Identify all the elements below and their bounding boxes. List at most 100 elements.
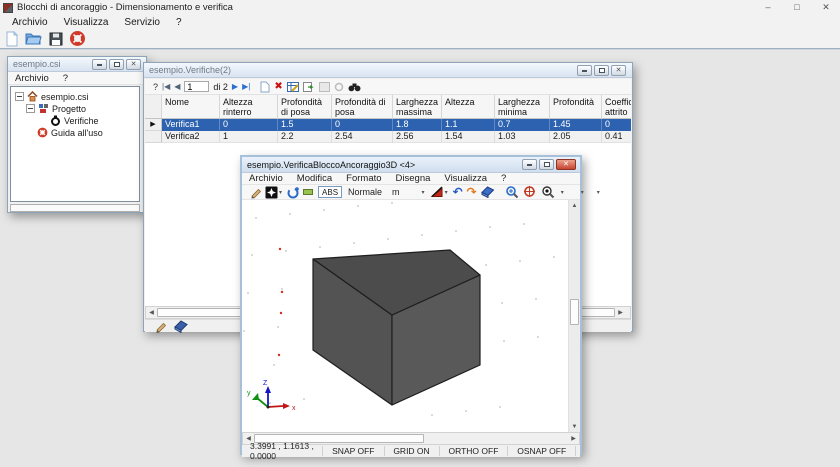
column-header[interactable]: Larghezza minima <box>495 95 550 119</box>
unit-combobox[interactable]: m <box>392 187 400 197</box>
last-record-button[interactable]: ▶| <box>242 82 250 91</box>
snap-style-icon[interactable] <box>265 186 278 199</box>
view3d-maximize-button[interactable] <box>539 159 554 170</box>
osnap-toggle[interactable]: OSNAP OFF <box>512 446 571 456</box>
undo-icon[interactable]: ↶ <box>453 187 463 197</box>
chevron-down-icon[interactable]: ▾ <box>597 189 600 196</box>
chevron-down-icon[interactable]: ▾ <box>422 189 425 196</box>
main-close-button[interactable]: ✕ <box>813 0 839 15</box>
chevron-down-icon[interactable]: ▾ <box>581 189 584 196</box>
v3d-menu-disegna[interactable]: Disegna <box>389 173 438 184</box>
delete-record-icon[interactable]: ✖ <box>274 81 282 92</box>
table-row[interactable]: Verifica2 1 2.2 2.54 2.56 1.54 1.03 2.05… <box>145 131 631 143</box>
pencil-icon[interactable] <box>155 320 168 333</box>
desktop: { "colors": { "selection_blue": "#2d62b0… <box>0 0 840 467</box>
v3d-menu-modifica[interactable]: Modifica <box>290 173 339 184</box>
verifiche-icon <box>50 115 61 126</box>
table-maximize-button[interactable] <box>594 65 609 76</box>
style-combobox[interactable]: Normale <box>348 187 382 197</box>
scroll-right-arrow[interactable] <box>568 433 579 444</box>
redo-icon[interactable]: ↷ <box>467 187 477 197</box>
table-window-titlebar[interactable]: esempio.Verifiche(2) <box>144 63 632 78</box>
find-binoculars-icon[interactable] <box>348 82 361 92</box>
help-lifering-icon[interactable] <box>68 30 87 47</box>
tree-item-progetto[interactable]: Progetto <box>26 103 86 114</box>
scrollbar-thumb[interactable] <box>570 299 579 325</box>
selection-lasso-icon[interactable] <box>286 186 300 199</box>
set-square-icon[interactable] <box>430 186 444 198</box>
prev-record-button[interactable]: ◀ <box>174 82 180 91</box>
record-number-input[interactable] <box>184 81 209 92</box>
column-header[interactable]: Altezza <box>442 95 495 119</box>
column-header[interactable]: Profondità di posa <box>278 95 332 119</box>
view3d-minimize-button[interactable] <box>522 159 537 170</box>
statusbar-separator <box>439 446 440 456</box>
main-maximize-button[interactable]: □ <box>784 0 810 15</box>
scroll-right-arrow[interactable] <box>615 307 626 318</box>
menu-servizio[interactable]: Servizio <box>116 17 168 28</box>
view3d-close-button[interactable]: ✕ <box>556 159 576 170</box>
chevron-down-icon[interactable]: ▾ <box>279 189 282 196</box>
abs-toggle-button[interactable]: ABS <box>318 186 342 198</box>
zoom-in-icon[interactable] <box>505 185 519 199</box>
v3d-menu-archivio[interactable]: Archivio <box>242 173 290 184</box>
tree-menubar: Archivio ? <box>8 72 146 85</box>
menu-visualizza[interactable]: Visualizza <box>56 17 117 28</box>
table-row[interactable]: ▶ Verifica1 0 1.5 0 1.8 1.1 0.7 1.45 0 <box>145 119 631 131</box>
tree-menu-help[interactable]: ? <box>56 73 75 84</box>
column-header[interactable]: Nome <box>162 95 220 119</box>
new-document-icon[interactable] <box>2 30 21 47</box>
tree-maximize-button[interactable] <box>109 59 124 70</box>
eraser-icon[interactable] <box>481 186 496 198</box>
scroll-up-arrow[interactable] <box>569 200 580 211</box>
drawing-canvas-3d[interactable]: Z y x <box>242 200 569 432</box>
edit-grid-icon[interactable] <box>287 82 299 92</box>
pencil-tool-icon[interactable] <box>250 186 262 199</box>
row-selector[interactable]: ▶ <box>145 119 162 131</box>
row-selector[interactable] <box>145 131 162 143</box>
first-record-button[interactable]: |◀ <box>162 82 170 91</box>
zoom-window-icon[interactable] <box>541 185 555 199</box>
main-titlebar[interactable]: Blocchi di ancoraggio - Dimensionamento … <box>0 0 840 15</box>
column-header[interactable]: Profondità <box>550 95 602 119</box>
tree-item-guida[interactable]: Guida all'uso <box>37 127 103 138</box>
v3d-menu-visualizza[interactable]: Visualizza <box>437 173 494 184</box>
tree-minimize-button[interactable] <box>92 59 107 70</box>
chevron-down-icon[interactable]: ▾ <box>561 189 564 196</box>
table-minimize-button[interactable] <box>577 65 592 76</box>
new-record-icon[interactable] <box>260 81 270 93</box>
open-folder-icon[interactable] <box>24 30 43 47</box>
tree-menu-archivio[interactable]: Archivio <box>8 73 56 84</box>
ortho-toggle[interactable]: ORTHO OFF <box>444 446 504 456</box>
cell: 2.2 <box>278 131 332 143</box>
view3d-vertical-scrollbar[interactable] <box>569 200 580 432</box>
collapse-icon[interactable] <box>26 104 35 113</box>
next-record-button[interactable]: ▶ <box>232 82 238 91</box>
eraser-icon[interactable] <box>174 320 189 333</box>
chevron-down-icon[interactable]: ▾ <box>445 189 448 196</box>
v3d-menu-help[interactable]: ? <box>494 173 513 184</box>
menu-archivio[interactable]: Archivio <box>4 17 56 28</box>
selector-column-header[interactable] <box>145 95 162 119</box>
layer-color-icon[interactable] <box>303 188 313 196</box>
v3d-menu-formato[interactable]: Formato <box>339 173 388 184</box>
main-minimize-button[interactable]: – <box>755 0 781 15</box>
help-button[interactable]: ? <box>153 82 158 92</box>
tree-close-button[interactable]: ✕ <box>126 59 141 70</box>
scroll-down-arrow[interactable] <box>569 421 580 432</box>
table-close-button[interactable]: ✕ <box>611 65 626 76</box>
scroll-left-arrow[interactable] <box>146 307 157 318</box>
snap-toggle[interactable]: SNAP OFF <box>327 446 379 456</box>
save-icon[interactable] <box>46 30 65 47</box>
zoom-extents-icon[interactable] <box>523 185 537 199</box>
column-header[interactable]: Altezza rinterro <box>220 95 278 119</box>
grid-toggle[interactable]: GRID ON <box>388 446 434 456</box>
tree-item-verifiche[interactable]: Verifiche <box>50 115 99 126</box>
collapse-icon[interactable] <box>15 92 24 101</box>
export-grid-icon[interactable] <box>303 82 315 92</box>
tree-item-root[interactable]: esempio.csi <box>15 91 89 102</box>
menu-help[interactable]: ? <box>168 17 190 28</box>
column-header[interactable]: Larghezza massima <box>393 95 442 119</box>
column-header[interactable]: Profondità di posa <box>332 95 393 119</box>
column-header[interactable]: Coefficiente attrito <box>602 95 631 119</box>
